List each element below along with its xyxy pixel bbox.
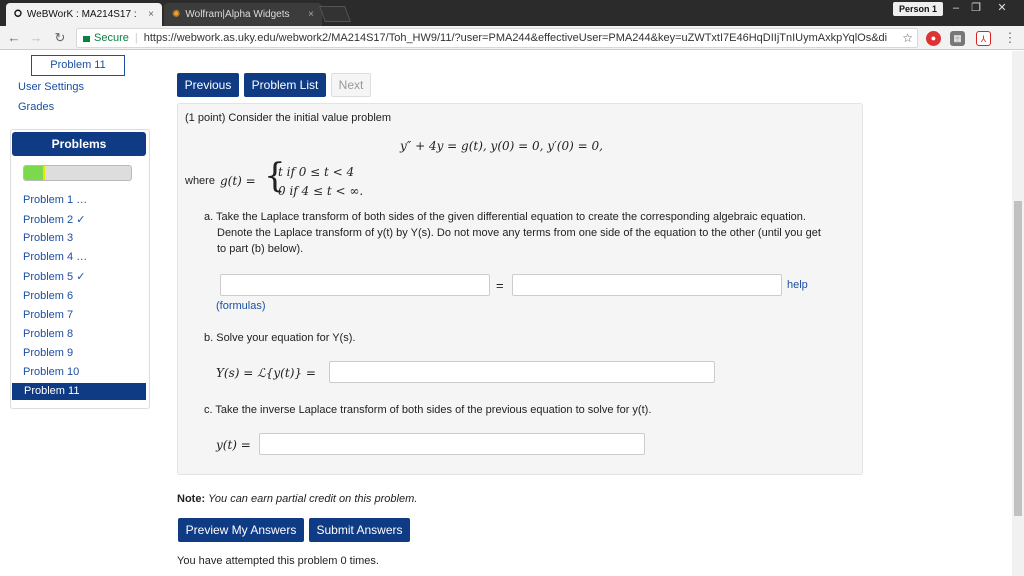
piecewise-case-2: 0 if 4 ≤ t < ∞.: [278, 184, 364, 198]
preview-answers-button[interactable]: Preview My Answers: [178, 518, 304, 542]
back-icon[interactable]: ←: [6, 30, 22, 46]
secure-label: Secure: [94, 32, 129, 44]
profile-button[interactable]: Person 1: [893, 2, 944, 16]
formulas-link[interactable]: (formulas): [216, 300, 266, 312]
sidebar-current-problem[interactable]: Problem 11: [31, 55, 125, 76]
close-icon[interactable]: ×: [308, 9, 314, 20]
page-scrollbar[interactable]: [1012, 51, 1024, 576]
window-close-icon[interactable]: ✕: [992, 0, 1012, 16]
url-host: https://webwork.as.uky.edu: [143, 32, 276, 44]
webwork-icon: 🞇: [14, 9, 22, 20]
part-c-text: c. Take the inverse Laplace transform of…: [204, 404, 652, 416]
problem-link-4[interactable]: Problem 4 …: [23, 251, 87, 263]
problem-link-3[interactable]: Problem 3: [23, 232, 73, 244]
problem-list-button[interactable]: Problem List: [244, 73, 326, 97]
problem-link-2[interactable]: Problem 2 ✓: [23, 213, 85, 226]
where-label: where: [185, 175, 215, 187]
url-input[interactable]: Secure | https://webwork.as.uky.edu /web…: [76, 28, 918, 48]
problem-intro: (1 point) Consider the initial value pro…: [185, 112, 392, 124]
menu-icon[interactable]: ⋮: [1002, 30, 1018, 46]
extension-icon[interactable]: ▦: [950, 31, 965, 46]
answer-a-lhs-input[interactable]: [220, 274, 490, 296]
ivp-equation: y″ + 4y = g(t), y(0) = 0, y′(0) = 0,: [400, 139, 603, 153]
extension-adblock-icon[interactable]: ●: [926, 31, 941, 46]
grades-link[interactable]: Grades: [18, 101, 54, 113]
attempts-text: You have attempted this problem 0 times.: [177, 555, 379, 567]
equals-sign: =: [496, 278, 504, 293]
problem-link-6[interactable]: Problem 6: [23, 290, 73, 302]
part-b-lhs: Y(s) = ℒ{y(t)} =: [216, 366, 316, 380]
problem-link-9[interactable]: Problem 9: [23, 347, 73, 359]
url-path: /webwork2/MA214S17/Toh_HW9/11/?user=PMA2…: [275, 32, 888, 44]
tab-title: Wolfram|Alpha Widgets: [185, 9, 290, 20]
piecewise-case-1: t if 0 ≤ t < 4: [278, 165, 355, 179]
note-text: You can earn partial credit on this prob…: [208, 493, 418, 505]
part-a-line-3: to part (b) below).: [217, 243, 304, 255]
browser-tab-bar: 🞇 WeBWorK : MA214S17 : × ✺ Wolfram|Alpha…: [0, 0, 1024, 26]
bookmark-star-icon[interactable]: ☆: [902, 31, 913, 45]
answer-a-rhs-input[interactable]: [512, 274, 782, 296]
part-b-text: b. Solve your equation for Y(s).: [204, 332, 356, 344]
next-button[interactable]: Next: [331, 73, 371, 97]
part-a-line-1: a. Take the Laplace transform of both si…: [204, 211, 806, 223]
g-lhs: g(t) =: [220, 174, 256, 188]
submit-answers-button[interactable]: Submit Answers: [309, 518, 410, 542]
partial-credit-note: Note: You can earn partial credit on thi…: [177, 493, 417, 505]
close-icon[interactable]: ×: [148, 9, 154, 20]
problems-panel: Problems Problem 1 … Problem 2 ✓ Problem…: [10, 129, 150, 409]
tab-title: WeBWorK : MA214S17 :: [26, 9, 137, 20]
answer-b-input[interactable]: [329, 361, 715, 383]
problems-heading: Problems: [12, 132, 146, 156]
forward-icon[interactable]: →: [28, 30, 44, 46]
problem-panel: (1 point) Consider the initial value pro…: [177, 103, 863, 475]
problem-link-5[interactable]: Problem 5 ✓: [23, 270, 85, 283]
address-bar: ← → ↻ Secure | https://webwork.as.uky.ed…: [0, 26, 1024, 50]
answer-c-input[interactable]: [259, 433, 645, 455]
scrollbar-thumb[interactable]: [1014, 201, 1022, 516]
note-label: Note:: [177, 493, 206, 505]
progress-bar: [23, 165, 132, 181]
help-link[interactable]: help: [787, 279, 808, 291]
page-content: Problem 11 User Settings Grades Problems…: [0, 51, 1012, 576]
problem-link-11[interactable]: Problem 11: [12, 383, 146, 400]
pdf-extension-icon[interactable]: ⅄: [976, 31, 991, 46]
tab-webwork[interactable]: 🞇 WeBWorK : MA214S17 : ×: [6, 3, 162, 26]
wolfram-icon: ✺: [172, 9, 181, 20]
tab-wolfram[interactable]: ✺ Wolfram|Alpha Widgets ×: [164, 3, 322, 26]
problem-link-10[interactable]: Problem 10: [23, 366, 79, 378]
reload-icon[interactable]: ↻: [52, 30, 68, 46]
part-a-line-2: Denote the Laplace transform of y(t) by …: [217, 227, 821, 239]
lock-icon: [83, 36, 90, 42]
problem-link-1[interactable]: Problem 1 …: [23, 194, 87, 206]
new-tab-button[interactable]: [319, 6, 351, 22]
problem-link-8[interactable]: Problem 8: [23, 328, 73, 340]
user-settings-link[interactable]: User Settings: [18, 81, 84, 93]
previous-button[interactable]: Previous: [177, 73, 239, 97]
restore-icon[interactable]: ❐: [966, 0, 986, 16]
minimize-icon[interactable]: –: [946, 0, 966, 16]
progress-fill: [24, 166, 46, 180]
part-c-lhs: y(t) =: [216, 438, 251, 452]
problem-link-7[interactable]: Problem 7: [23, 309, 73, 321]
